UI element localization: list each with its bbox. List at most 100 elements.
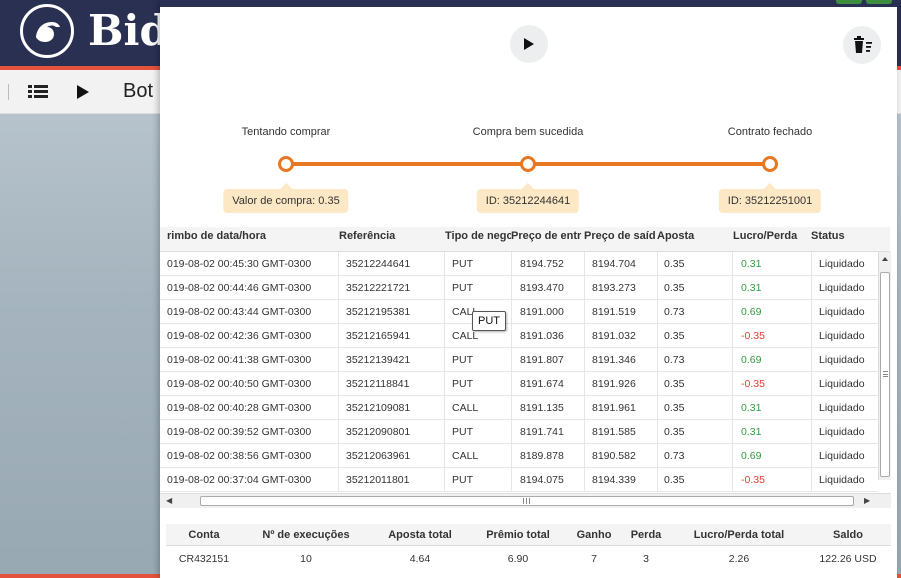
cell-status: Liquidado bbox=[819, 330, 865, 342]
titlebar-button[interactable] bbox=[866, 0, 892, 4]
summary-col-wins: Ganho bbox=[576, 529, 612, 541]
list-icon[interactable] bbox=[28, 84, 48, 105]
column-divider bbox=[657, 300, 658, 324]
summary-col-balance: Saldo bbox=[833, 529, 863, 541]
table-row[interactable]: 019-08-02 00:39:52 GMT-0300 35212090801 PU… bbox=[160, 420, 878, 444]
cell-stake: 0.73 bbox=[664, 306, 685, 318]
scroll-grip-icon bbox=[523, 498, 530, 504]
summary-total-payout: 6.90 bbox=[507, 553, 529, 565]
cell-entry-price: 8191.807 bbox=[520, 354, 564, 366]
table-row[interactable]: 019-08-02 00:42:36 GMT-0300 35212165941 CA… bbox=[160, 324, 878, 348]
cell-exit-price: 8193.273 bbox=[592, 282, 636, 294]
play-icon[interactable] bbox=[76, 84, 90, 105]
column-divider bbox=[444, 252, 445, 276]
summary-col-losses: Perda bbox=[630, 529, 662, 541]
col-header-reference[interactable]: Referência bbox=[339, 227, 439, 252]
run-button[interactable] bbox=[510, 25, 548, 63]
cell-profit-loss: -0.35 bbox=[741, 330, 765, 342]
table-row[interactable]: 019-08-02 00:41:38 GMT-0300 35212139421 PU… bbox=[160, 348, 878, 372]
brand-name: Bid bbox=[88, 6, 169, 55]
table-row[interactable]: 019-08-02 00:44:46 GMT-0300 35212221721 PU… bbox=[160, 276, 878, 300]
cell-reference: 35212109081 bbox=[346, 402, 411, 414]
col-header-type[interactable]: Tipo de negc bbox=[445, 227, 511, 252]
column-divider bbox=[732, 372, 733, 396]
scroll-grip-icon bbox=[883, 371, 888, 377]
bull-logo-icon bbox=[20, 4, 74, 58]
col-header-profit-loss[interactable]: Lucro/Perda bbox=[733, 227, 805, 252]
table-row[interactable]: 019-08-02 00:43:44 GMT-0300 35212195381 CA… bbox=[160, 300, 878, 324]
col-header-exit[interactable]: Preço de saíd bbox=[584, 227, 657, 252]
cell-profit-loss: 0.31 bbox=[741, 282, 762, 294]
table-row[interactable]: 019-08-02 00:40:28 GMT-0300 35212109081 CA… bbox=[160, 396, 878, 420]
col-header-time[interactable]: rimbo de data/hora bbox=[167, 227, 337, 252]
column-divider bbox=[444, 348, 445, 372]
column-divider bbox=[732, 348, 733, 372]
column-divider bbox=[584, 396, 585, 420]
column-divider bbox=[732, 300, 733, 324]
cell-entry-price: 8191.135 bbox=[520, 402, 564, 414]
column-divider bbox=[338, 348, 339, 372]
summary-col-runs: Nº de execuções bbox=[262, 529, 350, 541]
column-divider bbox=[338, 420, 339, 444]
summary-col-total-stake: Aposta total bbox=[388, 529, 452, 541]
transactions-body: 019-08-02 00:45:30 GMT-0300 35212244641 PU… bbox=[160, 252, 878, 492]
col-header-status[interactable]: Status bbox=[811, 227, 871, 252]
col-header-entry[interactable]: Preço de entr bbox=[511, 227, 584, 252]
cell-status: Liquidado bbox=[819, 258, 865, 270]
cell-reference: 35212221721 bbox=[346, 282, 411, 294]
cell-type: PUT bbox=[452, 426, 473, 438]
column-divider bbox=[338, 372, 339, 396]
cell-entry-price: 8191.674 bbox=[520, 378, 564, 390]
cell-entry-price: 8194.075 bbox=[520, 474, 564, 486]
scroll-right-icon[interactable]: ▶ bbox=[864, 496, 870, 505]
column-divider bbox=[657, 252, 658, 276]
cell-time: 019-08-02 00:44:46 GMT-0300 bbox=[167, 282, 312, 294]
cell-status: Liquidado bbox=[819, 306, 865, 318]
cell-status: Liquidado bbox=[819, 354, 865, 366]
cell-exit-price: 8191.585 bbox=[592, 426, 636, 438]
cell-time: 019-08-02 00:38:56 GMT-0300 bbox=[167, 450, 312, 462]
toolbar-bot-label[interactable]: Bot bbox=[123, 80, 153, 103]
tooltip: PUT bbox=[472, 311, 506, 331]
table-row[interactable]: 019-08-02 00:40:50 GMT-0300 35212118841 PU… bbox=[160, 372, 878, 396]
column-divider bbox=[584, 324, 585, 348]
trash-clear-icon bbox=[854, 36, 872, 53]
titlebar-button[interactable] bbox=[836, 0, 862, 4]
column-divider bbox=[444, 372, 445, 396]
summary-col-total-pl: Lucro/Perda total bbox=[693, 529, 785, 541]
scroll-left-icon[interactable]: ◀ bbox=[166, 496, 172, 505]
table-row[interactable]: 019-08-02 00:37:04 GMT-0300 35212011801 PU… bbox=[160, 468, 878, 492]
column-divider bbox=[444, 300, 445, 324]
cell-stake: 0.35 bbox=[664, 378, 685, 390]
vertical-scrollbar[interactable] bbox=[878, 252, 891, 480]
column-divider bbox=[338, 300, 339, 324]
summary-runs: 10 bbox=[300, 553, 312, 565]
horizontal-scroll-thumb[interactable] bbox=[200, 496, 854, 506]
cell-type: PUT bbox=[452, 378, 473, 390]
column-divider bbox=[732, 468, 733, 492]
table-row[interactable]: 019-08-02 00:45:30 GMT-0300 35212244641 PU… bbox=[160, 252, 878, 276]
summary-row: CR432151 10 4.64 6.90 7 3 2.26 122.26 US… bbox=[166, 547, 891, 571]
cell-reference: 35212118841 bbox=[346, 378, 410, 390]
column-divider bbox=[338, 324, 339, 348]
vertical-scroll-thumb[interactable] bbox=[880, 272, 890, 477]
column-divider bbox=[657, 324, 658, 348]
dialog-titlebar bbox=[160, 0, 897, 7]
column-divider bbox=[584, 252, 585, 276]
cell-stake: 0.35 bbox=[664, 426, 685, 438]
column-divider bbox=[657, 444, 658, 468]
cell-time: 019-08-02 00:43:44 GMT-0300 bbox=[167, 306, 312, 318]
horizontal-scrollbar[interactable]: ◀ ▶ bbox=[160, 493, 891, 508]
col-header-stake[interactable]: Aposta bbox=[657, 227, 729, 252]
scroll-up-icon[interactable] bbox=[879, 252, 891, 266]
column-divider bbox=[732, 252, 733, 276]
column-divider bbox=[584, 348, 585, 372]
transactions-header: rimbo de data/hora Referência Tipo de ne… bbox=[160, 227, 890, 252]
cell-type: PUT bbox=[452, 282, 473, 294]
cell-entry-price: 8193.470 bbox=[520, 282, 564, 294]
cell-status: Liquidado bbox=[819, 402, 865, 414]
column-divider bbox=[444, 324, 445, 348]
summary-losses: 3 bbox=[643, 553, 649, 565]
table-row[interactable]: 019-08-02 00:38:56 GMT-0300 35212063961 CA… bbox=[160, 444, 878, 468]
clear-button[interactable] bbox=[843, 26, 881, 64]
